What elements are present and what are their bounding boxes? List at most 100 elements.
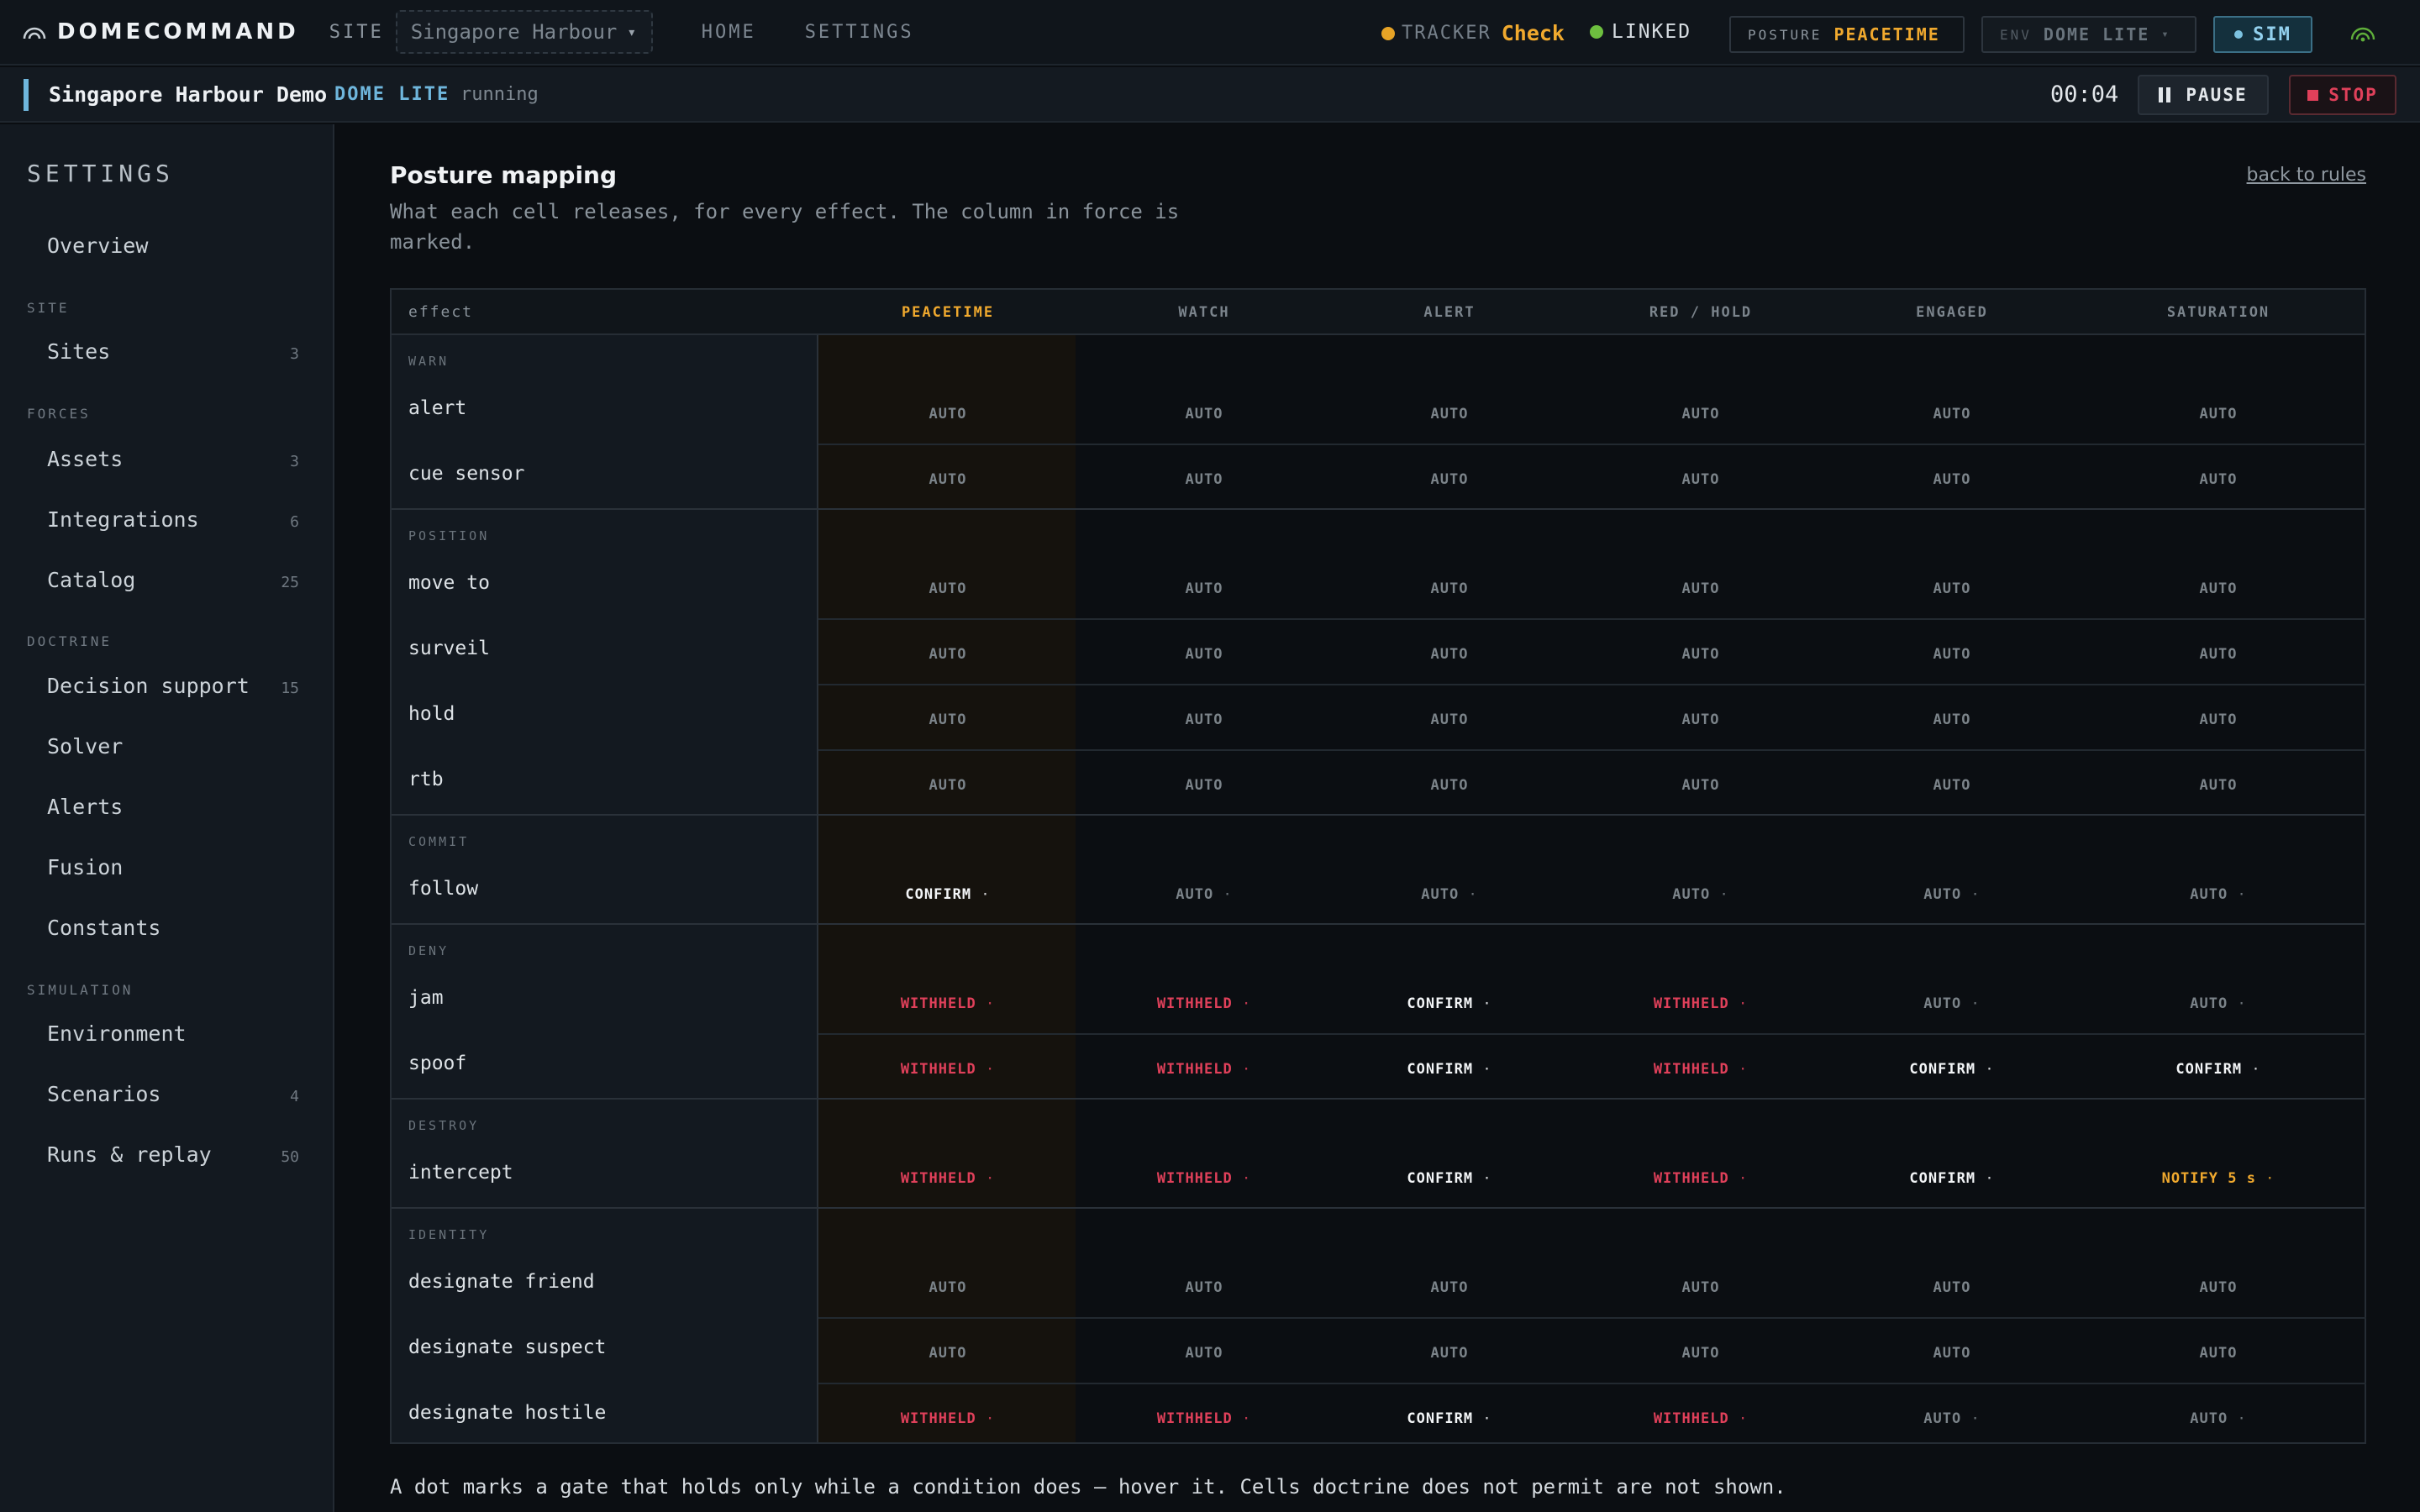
mapping-cell[interactable]: CONFIRM · [1407,1410,1491,1427]
condition-gate-dot-icon[interactable]: · [976,1061,995,1078]
sidebar-item-assets[interactable]: Assets 3 [47,447,299,471]
mapping-cell-value: AUTO [2190,1410,2228,1427]
env-select[interactable]: ENV DOME LITE ▾ [1981,16,2196,53]
sim-mode-button[interactable]: SIM [2213,16,2312,53]
back-to-rules-link[interactable]: back to rules [2247,165,2366,186]
posture-indicator[interactable]: POSTURE PEACETIME [1729,16,1965,53]
mapping-cell[interactable]: WITHHELD · [1654,1410,1748,1427]
condition-gate-dot-icon[interactable]: · [1233,1170,1251,1187]
mapping-cell[interactable]: WITHHELD · [1654,995,1748,1012]
condition-gate-dot-icon[interactable]: · [2242,1061,2260,1078]
condition-gate-dot-icon[interactable]: · [1729,1410,1748,1427]
mapping-cell[interactable]: AUTO · [2190,886,2246,903]
condition-gate-dot-icon[interactable]: · [2256,1170,2275,1187]
mapping-cell-value: AUTO [1185,1345,1223,1362]
brand[interactable]: DOMECOMMAND [22,19,299,45]
mapping-cell[interactable]: WITHHELD · [1654,1061,1748,1078]
mapping-cell-value: AUTO [1681,1345,1720,1362]
mapping-cell: AUTO [1431,646,1469,663]
mapping-cell[interactable]: CONFIRM · [1407,995,1491,1012]
sidebar-item-solver[interactable]: Solver [47,734,299,759]
mapping-cell[interactable]: CONFIRM · [905,886,990,903]
mapping-cell: AUTO [1186,471,1223,488]
mapping-cell[interactable]: AUTO · [1672,886,1728,903]
pause-button[interactable]: PAUSE [2138,75,2269,115]
condition-gate-dot-icon[interactable]: · [1975,1170,1994,1187]
row-divider [818,1383,2366,1384]
condition-gate-dot-icon[interactable]: · [976,1170,995,1187]
condition-gate-dot-icon[interactable]: · [1961,1410,1980,1427]
condition-gate-dot-icon[interactable]: · [1213,886,1232,903]
condition-gate-dot-icon[interactable]: · [971,886,990,903]
condition-gate-dot-icon[interactable]: · [1473,1170,1491,1187]
mapping-cell[interactable]: WITHHELD · [1157,1410,1251,1427]
mapping-cell-value: AUTO [929,646,967,663]
mapping-cell-value: CONFIRM [1909,1170,1976,1187]
condition-gate-dot-icon[interactable]: · [1233,1061,1251,1078]
mapping-cell[interactable]: AUTO · [1176,886,1232,903]
mapping-cell[interactable]: AUTO · [1923,886,1980,903]
condition-gate-dot-icon[interactable]: · [1975,1061,1994,1078]
sidebar-item-environment[interactable]: Environment [47,1021,299,1046]
mapping-cell[interactable]: WITHHELD · [901,995,995,1012]
mapping-cell[interactable]: WITHHELD · [901,1410,995,1427]
condition-gate-dot-icon[interactable]: · [1233,995,1251,1012]
sidebar-item-overview[interactable]: Overview [47,234,299,258]
mapping-cell[interactable]: WITHHELD · [1157,1061,1251,1078]
mapping-cell[interactable]: CONFIRM · [1407,1061,1491,1078]
condition-gate-dot-icon[interactable]: · [976,1410,995,1427]
mapping-cell[interactable]: WITHHELD · [901,1061,995,1078]
sidebar-item-sites[interactable]: Sites 3 [47,339,299,364]
mapping-cell-value: AUTO [929,711,967,728]
condition-gate-dot-icon[interactable]: · [2228,995,2246,1012]
nav-settings[interactable]: SETTINGS [805,22,914,43]
mapping-cell[interactable]: WITHHELD · [1654,1170,1748,1187]
mapping-cell[interactable]: CONFIRM · [2175,1061,2260,1078]
mapping-cell[interactable]: CONFIRM · [1909,1061,1994,1078]
sidebar-item-integrations[interactable]: Integrations 6 [47,507,299,532]
site-select-value: Singapore Harbour [410,20,618,44]
mapping-cell[interactable]: AUTO · [1421,886,1477,903]
signal-icon[interactable] [2349,23,2376,43]
mapping-cell[interactable]: CONFIRM · [1909,1170,1994,1187]
condition-gate-dot-icon[interactable]: · [1473,1061,1491,1078]
sidebar-item-fusion[interactable]: Fusion [47,855,299,879]
condition-gate-dot-icon[interactable]: · [1729,995,1748,1012]
mapping-cell-value: AUTO [1933,406,1971,423]
mapping-cell[interactable]: CONFIRM · [1407,1170,1491,1187]
condition-gate-dot-icon[interactable]: · [1961,995,1980,1012]
mapping-cell[interactable]: AUTO · [2190,1410,2246,1427]
mapping-cell[interactable]: WITHHELD · [901,1170,995,1187]
sidebar-item-alerts[interactable]: Alerts [47,795,299,819]
condition-gate-dot-icon[interactable]: · [2228,886,2246,903]
condition-gate-dot-icon[interactable]: · [1710,886,1728,903]
mapping-cell[interactable]: WITHHELD · [1157,1170,1251,1187]
condition-gate-dot-icon[interactable]: · [1459,886,1477,903]
condition-gate-dot-icon[interactable]: · [976,995,995,1012]
condition-gate-dot-icon[interactable]: · [1233,1410,1251,1427]
mapping-cell[interactable]: NOTIFY 5 s · [2162,1170,2275,1187]
condition-gate-dot-icon[interactable]: · [1729,1061,1748,1078]
sidebar-item-runs-replay[interactable]: Runs & replay 50 [47,1142,299,1167]
condition-gate-dot-icon[interactable]: · [1473,995,1491,1012]
mapping-cell[interactable]: AUTO · [2190,995,2246,1012]
condition-gate-dot-icon[interactable]: · [1961,886,1980,903]
sidebar-item-catalog[interactable]: Catalog 25 [47,568,299,592]
mapping-cell-value: AUTO [2199,1279,2238,1296]
mapping-cell: AUTO [1431,777,1469,794]
run-title: Singapore Harbour Demo [49,82,328,107]
mapping-cell[interactable]: AUTO · [1923,1410,1980,1427]
nav-home[interactable]: HOME [702,22,756,43]
stop-button[interactable]: STOP [2289,75,2396,115]
sidebar-item-scenarios[interactable]: Scenarios 4 [47,1082,299,1106]
condition-gate-dot-icon[interactable]: · [2228,1410,2246,1427]
mapping-cell[interactable]: AUTO · [1923,995,1980,1012]
sidebar-item-decision-support[interactable]: Decision support 15 [47,674,299,698]
condition-gate-dot-icon[interactable]: · [1729,1170,1748,1187]
site-select[interactable]: Singapore Harbour ▾ [395,10,653,54]
mapping-cell[interactable]: WITHHELD · [1157,995,1251,1012]
mapping-cell: AUTO [1682,777,1720,794]
sidebar-item-constants[interactable]: Constants [47,916,299,940]
effect-name: rtb [408,769,444,790]
condition-gate-dot-icon[interactable]: · [1473,1410,1491,1427]
